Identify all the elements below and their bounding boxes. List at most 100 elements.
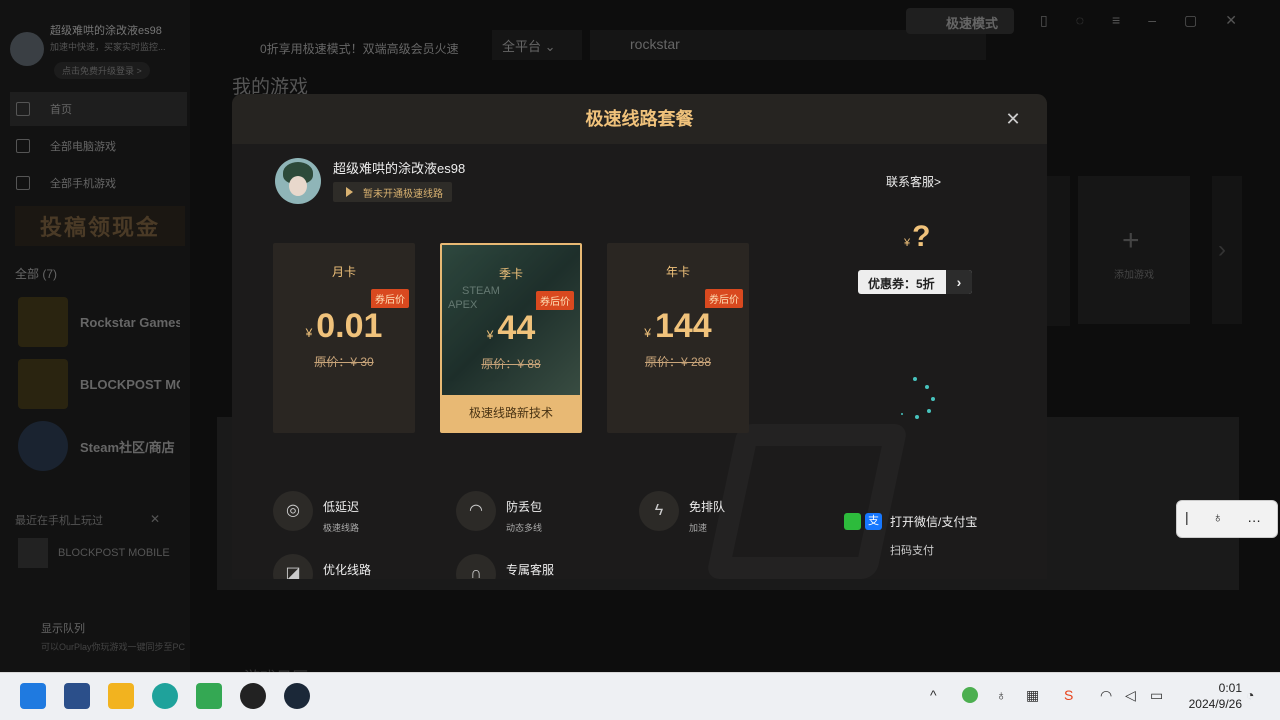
question-icon: ¥? [904,220,931,253]
plan-card-quarterly[interactable]: APEX STEAM 季卡 券后价 ¥44 原价：¥ 88 极速线路新技术 [440,243,582,433]
wifi-icon[interactable]: ◠ [1100,687,1112,704]
plan-price-value: 0.01 [316,307,383,345]
plan-footer-label: 极速线路新技术 [442,395,580,431]
alipay-icon: 支 [865,513,882,530]
sidebar: 超级难哄的涂改液es98 加速中快速，买家实时监控... 点击免费升级登录 > … [0,0,190,672]
coupon-label: 优惠券：5折 [868,277,935,291]
microphone-icon[interactable]: ♁ [1213,509,1248,525]
close-icon[interactable]: ✕ [1002,106,1024,132]
edge-browser-icon[interactable] [152,683,178,709]
queue-subtitle: 可以OurPlay你玩游戏一键同步至PC [41,642,186,652]
app-window: 超级难哄的涂改液es98 加速中快速，买家实时监控... 点击免费升级登录 > … [0,0,1280,672]
feature-sub: 加速 [689,523,708,533]
sidebar-item-label: 全部电脑游戏 [50,141,116,153]
maximize-icon[interactable]: ▢ [1184,12,1225,28]
obs-icon[interactable] [240,683,266,709]
steam-icon[interactable] [284,683,310,709]
close-icon[interactable]: ✕ [150,512,160,526]
volume-mute-icon[interactable]: ◁ [1125,687,1136,704]
currency-symbol: ¥ [486,328,494,342]
feature-optimized-route: ◪ 优化线路 [273,554,371,579]
chevron-right-icon[interactable]: › [1218,236,1226,264]
clock-date: 2024/9/26 [1188,697,1242,711]
google-play-icon[interactable] [196,683,222,709]
plan-card-monthly[interactable]: 月卡 券后价 ¥0.01 原价：¥ 30 [273,243,415,433]
promo-banner[interactable]: 投稿领现金 [15,206,185,246]
plan-modal: 极速线路套餐 ✕ 超级难哄的涂改液es98 暂未开通极速线路 月卡 券后价 ¥0… [232,94,1047,579]
play-icon [346,187,353,197]
loading-spinner-icon [895,377,945,427]
queue-title: 显示队列 [41,623,85,635]
avatar[interactable] [10,32,44,66]
headset-icon[interactable]: ◌ [1076,12,1112,28]
blockpost-logo-icon [18,359,68,409]
battery-icon[interactable]: ▭ [1150,687,1163,704]
plan-original-price: 原价：¥ 288 [644,355,712,369]
feature-sub: 动态多线 [506,523,543,533]
all-games-label: 全部 (7) [15,267,58,281]
game-item[interactable]: BLOCKPOST MOBILE [18,358,186,410]
sidebar-item-pc-games[interactable]: 全部电脑游戏 [10,129,187,163]
chevron-down-icon: ⌄ [544,39,556,54]
ime-icon[interactable]: ▦ [1026,687,1039,704]
sidebar-user-status: 加速中快速，买家实时监控... [50,42,166,52]
store-icon[interactable] [64,683,90,709]
microphone-icon[interactable]: ♁ [996,687,1007,703]
add-game-label: 添加游戏 [1114,270,1154,281]
game-tile[interactable] [1212,176,1242,324]
notification-bell-icon[interactable]: ◔ [1246,687,1254,703]
feature-title: 防丢包 [506,500,543,514]
recent-mobile-label: 最近在手机上玩过 [15,515,103,527]
add-game-tile[interactable]: + 添加游戏 [1078,176,1190,324]
sidebar-item-mobile-games[interactable]: 全部手机游戏 [10,166,187,200]
coupon-badge: 券后价 [536,291,574,310]
sidebar-user-name: 超级难哄的涂改液es98 [50,25,162,37]
platform-value: 全平台 [502,39,542,54]
currency-symbol: ¥ [305,326,313,340]
plan-price: ¥44 [442,309,580,348]
blockpost-logo-icon [18,538,48,568]
recent-game-item[interactable]: BLOCKPOST MOBILE [18,538,170,568]
sidebar-item-home[interactable]: 首页 [10,92,187,126]
close-icon[interactable]: ✕ [1225,12,1265,28]
windows-start-icon[interactable] [20,683,46,709]
notice-text[interactable]: 0折享用极速模式！双端高级会员火速 [260,40,490,57]
contact-service-link[interactable]: 联系客服> [886,173,941,190]
queue-panel[interactable]: 显示队列 可以OurPlay你玩游戏一键同步至PC [15,620,185,653]
chevron-right-icon: › [946,270,972,294]
sogou-icon[interactable]: S [1064,687,1073,703]
wechat-icon [844,513,861,530]
plan-price: ¥144 [607,307,749,346]
coupon-selector[interactable]: 优惠券：5折 › [858,270,972,294]
speed-status-badge: 暂未开通极速线路 [333,182,452,202]
feature-no-queue: ϟ 免排队 加速 [639,491,725,534]
taskbar: ^ ♁ ▦ S ◠ ◁ ▭ 0:01 2024/9/26 ◔ [0,672,1280,720]
search-input[interactable]: rockstar [590,30,986,60]
vip-login-link[interactable]: 点击免费升级登录 > [54,62,150,79]
recent-game-name: BLOCKPOST MOBILE [58,547,170,559]
app-tray-icon[interactable] [962,687,978,703]
plan-original-price: 原价：¥ 88 [481,357,541,371]
section-heading: 游戏日历 [244,664,308,672]
feature-title: 免排队 [689,500,726,514]
game-item[interactable]: Rockstar Games [18,296,186,348]
file-explorer-icon[interactable] [108,683,134,709]
game-item[interactable]: Steam社区/商店 [18,420,186,472]
sidebar-user[interactable]: 超级难哄的涂改液es98 加速中快速，买家实时监控... 点击免费升级登录 > [10,22,185,82]
currency-symbol: ¥ [644,326,651,340]
system-clock[interactable]: 0:01 2024/9/26 [1176,680,1242,712]
feature-sub: 极速线路 [323,523,360,533]
coupon-badge: 券后价 [371,289,409,308]
minimize-icon[interactable]: – [1148,12,1184,28]
rockstar-logo-icon [18,297,68,347]
modal-user-name: 超级难哄的涂改液es98 [333,161,466,176]
more-icon[interactable]: … [1247,509,1280,525]
speedometer-icon: ◎ [273,491,313,531]
layout-icon[interactable]: ▯ [1040,12,1076,28]
speed-mode-button[interactable]: 极速模式 [906,8,1014,34]
menu-icon[interactable]: ≡ [1112,12,1148,28]
platform-dropdown[interactable]: 全平台 ⌄ [492,30,582,60]
chevron-up-icon[interactable]: ^ [930,687,937,703]
plan-card-yearly[interactable]: 年卡 券后价 ¥144 原价：¥ 288 [607,243,749,433]
drag-handle-icon[interactable]: | [1185,509,1213,525]
